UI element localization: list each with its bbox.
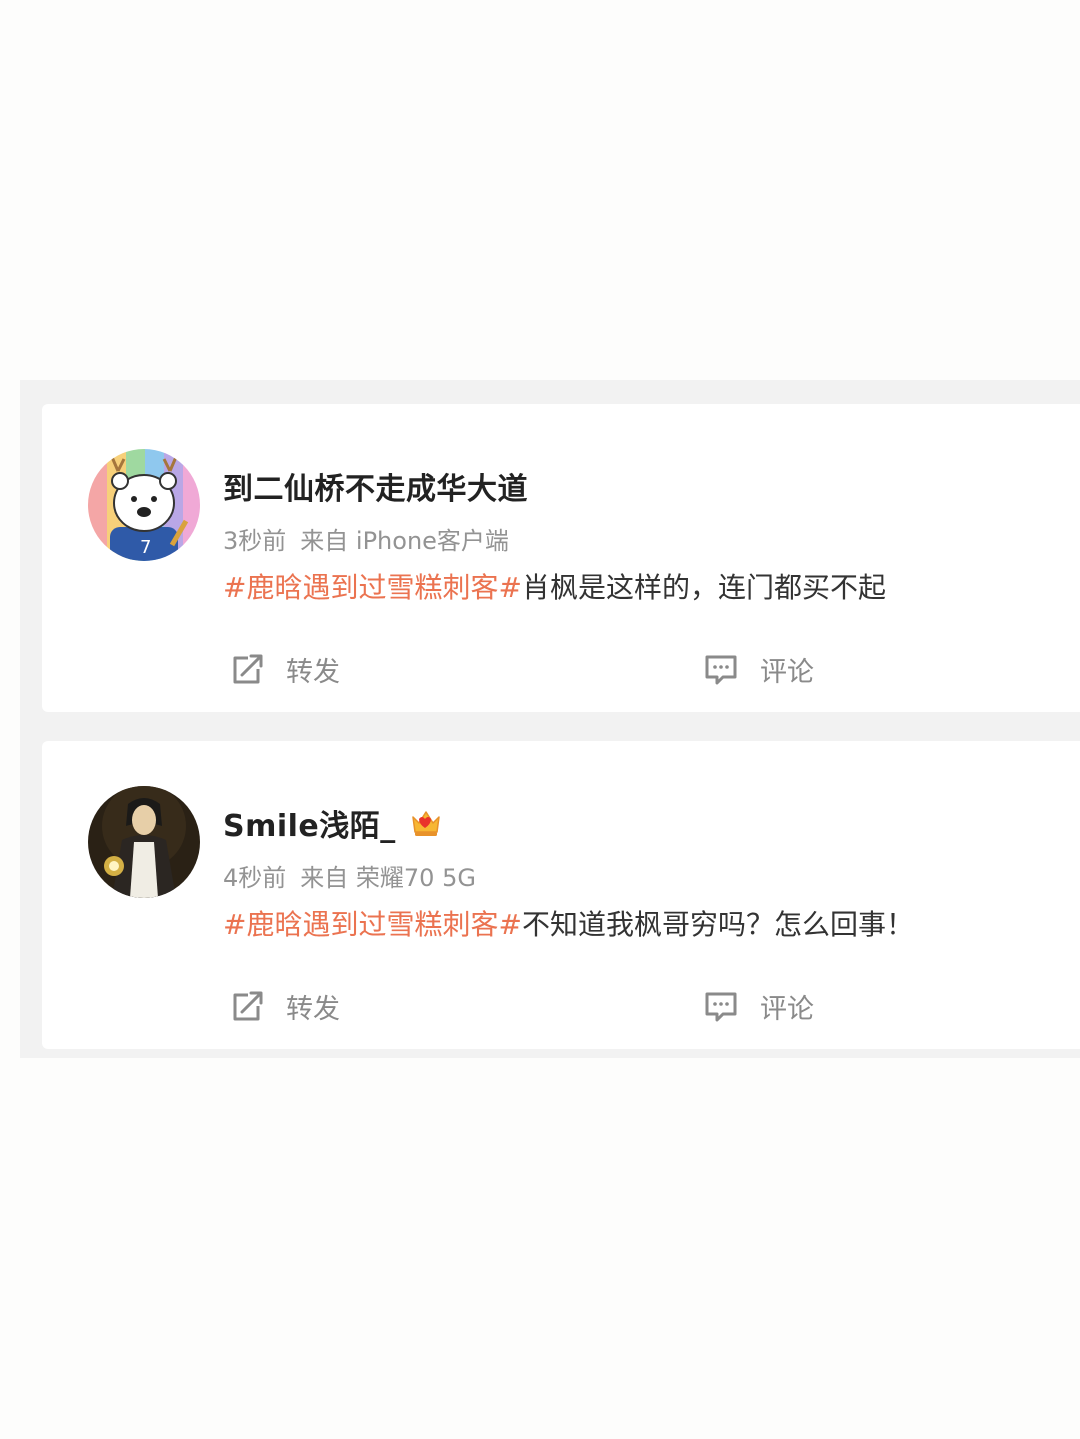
comment-label: 评论 — [760, 656, 814, 688]
repost-label: 转发 — [286, 993, 340, 1025]
post-card: Smile浅陌_ 4秒前 来自 荣耀70 5G #鹿晗遇到过雪糕刺客#不知道我枫哥… — [42, 741, 1080, 1049]
repost-label: 转发 — [286, 656, 340, 688]
vip-crown-icon[interactable] — [408, 805, 444, 841]
user-name[interactable]: Smile浅陌_ — [223, 801, 396, 845]
comment-icon — [702, 650, 740, 688]
comment-icon — [702, 987, 740, 1025]
post-source: 来自 荣耀70 5G — [300, 864, 476, 892]
comment-button[interactable]: 评论 — [702, 644, 814, 694]
cartoon-bear-avatar: 7 — [88, 449, 200, 561]
user-name-row: Smile浅陌_ — [223, 801, 444, 845]
post-source: 来自 iPhone客户端 — [300, 527, 509, 555]
painting-portrait-avatar — [88, 786, 200, 898]
topic-link[interactable]: #鹿晗遇到过雪糕刺客# — [223, 571, 522, 604]
comment-label: 评论 — [760, 993, 814, 1025]
post-meta: 4秒前 来自 荣耀70 5G — [223, 858, 476, 893]
weibo-feed: 7 到二仙桥不走成华大道 3秒前 来自 iPhone客户端 #鹿晗遇到过雪糕刺客#… — [20, 380, 1080, 1058]
repost-icon — [228, 650, 266, 688]
topic-link[interactable]: #鹿晗遇到过雪糕刺客# — [223, 908, 522, 941]
post-card: 7 到二仙桥不走成华大道 3秒前 来自 iPhone客户端 #鹿晗遇到过雪糕刺客#… — [42, 404, 1080, 712]
post-meta: 3秒前 来自 iPhone客户端 — [223, 521, 509, 556]
post-time: 3秒前 — [223, 527, 287, 555]
avatar[interactable] — [88, 786, 200, 898]
post-text: 肖枫是这样的，连门都买不起 — [521, 571, 886, 604]
post-content: #鹿晗遇到过雪糕刺客#肖枫是这样的，连门都买不起 — [223, 566, 886, 606]
repost-button[interactable]: 转发 — [228, 981, 340, 1031]
avatar[interactable]: 7 — [88, 449, 200, 561]
repost-button[interactable]: 转发 — [228, 644, 340, 694]
user-name-row: 到二仙桥不走成华大道 — [223, 464, 528, 508]
user-name[interactable]: 到二仙桥不走成华大道 — [223, 464, 528, 508]
post-content: #鹿晗遇到过雪糕刺客#不知道我枫哥穷吗？怎么回事！ — [223, 903, 914, 943]
svg-text:7: 7 — [140, 537, 151, 558]
post-actions: 转发 评论 — [42, 644, 1080, 694]
repost-icon — [228, 987, 266, 1025]
post-actions: 转发 评论 — [42, 981, 1080, 1031]
post-time: 4秒前 — [223, 864, 287, 892]
comment-button[interactable]: 评论 — [702, 981, 814, 1031]
post-text: 不知道我枫哥穷吗？怎么回事！ — [521, 908, 914, 941]
